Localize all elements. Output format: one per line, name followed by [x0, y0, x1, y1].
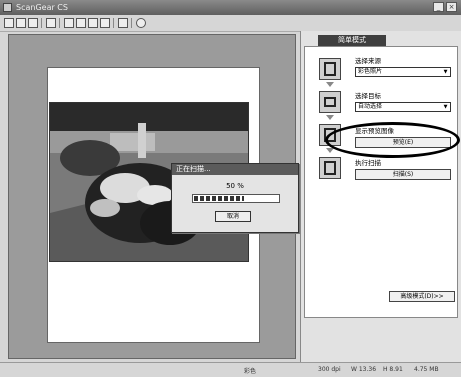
thumbnail-icon[interactable]: [64, 18, 74, 28]
rotate-left-icon[interactable]: [76, 18, 86, 28]
width-status: W 13.36: [351, 366, 377, 373]
toolbar: [0, 15, 300, 32]
rotate-right-icon[interactable]: [88, 18, 98, 28]
height-status: H 8.91: [383, 366, 403, 373]
toolbar-divider: [113, 18, 114, 28]
auto-crop-icon[interactable]: [118, 18, 128, 28]
toolbar-divider: [59, 18, 60, 28]
info-icon[interactable]: [136, 18, 146, 28]
scangear-window: ScanGear CS _ × 正在扫描... 50 % 取消 简单模式 选择来…: [0, 0, 461, 377]
tab-simple-mode[interactable]: 简单模式: [318, 35, 386, 46]
destination-step-icon: [319, 91, 341, 113]
source-step-icon: [319, 58, 341, 80]
steps-panel: 选择来源 彩色照片 ▼ 选择目标 自动选择 ▼ 显示预览图像 预览(E) 执行扫…: [304, 46, 458, 318]
source-select-value: 彩色照片: [358, 68, 383, 75]
title-bar: ScanGear CS _ ×: [0, 0, 461, 15]
select-destination-label: 选择目标: [355, 92, 381, 100]
destination-select-value: 自动选择: [358, 103, 383, 110]
source-select[interactable]: 彩色照片 ▼: [355, 67, 451, 77]
select-icon[interactable]: [4, 18, 14, 28]
scanning-dialog: 正在扫描... 50 % 取消: [171, 163, 299, 233]
right-panel: 简单模式 选择来源 彩色照片 ▼ 选择目标 自动选择 ▼ 显示预览图像 预览(E…: [300, 31, 461, 362]
status-bar: 彩色 300 dpi W 13.36 H 8.91 4.75 MB: [0, 362, 461, 377]
zoom-icon[interactable]: [28, 18, 38, 28]
destination-select[interactable]: 自动选择 ▼: [355, 102, 451, 112]
highlight-ellipse: [325, 122, 460, 158]
app-icon: [3, 3, 12, 12]
crop-icon[interactable]: [46, 18, 56, 28]
minimize-button[interactable]: _: [433, 2, 444, 12]
step-arrow-icon: [326, 115, 334, 120]
chevron-down-icon: ▼: [443, 104, 448, 110]
scan-label: 执行扫描: [355, 159, 381, 167]
close-button[interactable]: ×: [446, 2, 457, 12]
color-mode-status: 彩色: [244, 368, 257, 375]
mirror-icon[interactable]: [100, 18, 110, 28]
chevron-down-icon: ▼: [443, 69, 448, 75]
file-size-status: 4.75 MB: [414, 366, 439, 373]
dialog-title: 正在扫描...: [172, 164, 298, 175]
progress-percent: 50 %: [226, 182, 244, 190]
select-source-label: 选择来源: [355, 57, 381, 65]
scan-step-icon: [319, 157, 341, 179]
toolbar-divider: [131, 18, 132, 28]
move-icon[interactable]: [16, 18, 26, 28]
window-title: ScanGear CS: [16, 3, 68, 12]
progress-bar: [192, 194, 280, 203]
cancel-button[interactable]: 取消: [215, 211, 251, 222]
resolution-status: 300 dpi: [318, 366, 341, 373]
step-arrow-icon: [326, 82, 334, 87]
advanced-mode-button[interactable]: 高级模式(D)>>: [389, 291, 455, 302]
scan-button[interactable]: 扫描(S): [355, 169, 451, 180]
progress-fill: [194, 196, 244, 201]
toolbar-divider: [41, 18, 42, 28]
